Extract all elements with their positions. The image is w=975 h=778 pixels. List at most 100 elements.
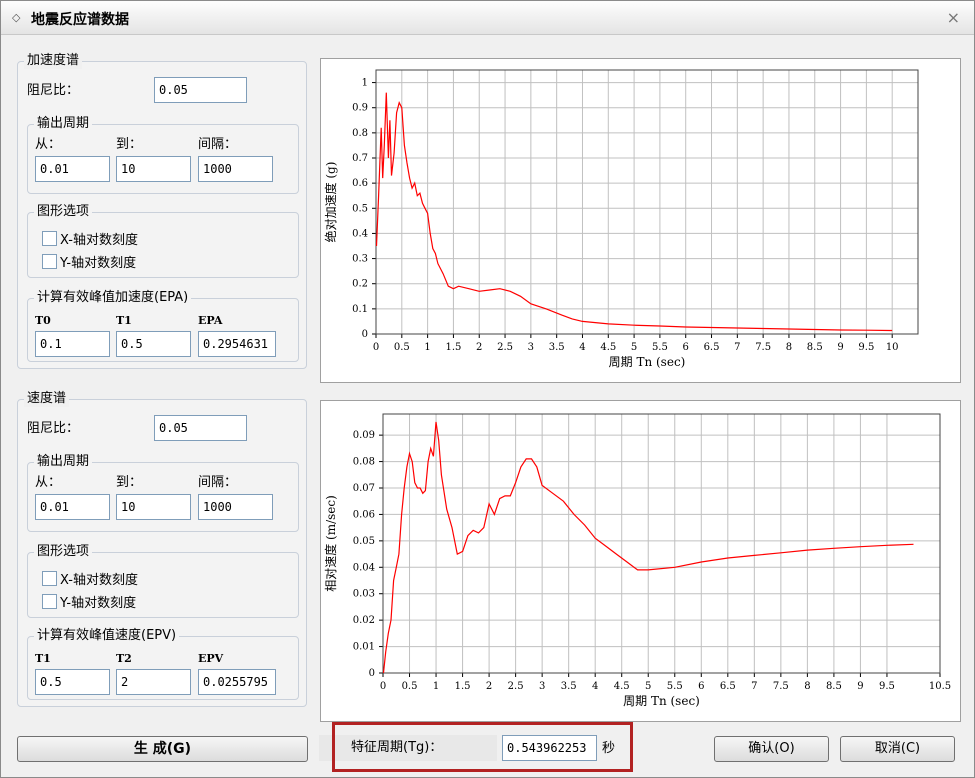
x-tick-label: 10	[886, 342, 899, 353]
accel-epa-label: EPA	[198, 314, 223, 327]
x-tick-label: 8.5	[826, 681, 842, 692]
y-tick-label: 0.6	[352, 178, 368, 189]
x-tick-label: 8	[786, 342, 792, 353]
x-axis-label: 周期 Tn (sec)	[623, 694, 700, 708]
accel-period-group: 输出周期 从： 到： 间隔： 0.01 10 1000	[27, 116, 299, 194]
y-tick-label: 0.1	[352, 304, 368, 315]
x-tick-label: 9	[837, 342, 843, 353]
checkbox-box[interactable]	[42, 571, 57, 586]
checkbox-box[interactable]	[42, 254, 57, 269]
accel-xlog-checkbox[interactable]: X-轴对数刻度	[42, 229, 138, 248]
tg-label: 特征周期(Tg)：	[351, 740, 443, 755]
accel-chart-panel: 0 0.5 1 1.5 2 2.5 3 3.5 4 4.5 5 5.5 6 6.5 7 7.5 8 8.5 9 9.5…	[320, 58, 961, 383]
checkbox-box[interactable]	[42, 594, 57, 609]
x-tick-label: 9	[857, 681, 863, 692]
vel-to-input[interactable]: 10	[116, 494, 191, 520]
vel-spectrum-chart: 0 0.5 1 1.5 2 2.5 3 3.5 4 4.5 5 5.5 6 6.5 7 7.5 8 8.5 9 9.5…	[323, 413, 951, 708]
vel-damping-label: 阻尼比：	[27, 421, 80, 436]
y-tick-label: 0.07	[353, 483, 375, 494]
accel-ylog-checkbox[interactable]: Y-轴对数刻度	[42, 252, 136, 271]
app-diamond-icon: ◇	[12, 11, 21, 24]
accel-spectrum-chart: 0 0.5 1 1.5 2 2.5 3 3.5 4 4.5 5 5.5 6 6.5 7 7.5 8 8.5 9 9.5…	[323, 69, 919, 369]
tg-unit-label: 秒	[602, 741, 616, 756]
accel-to-label: 到：	[116, 137, 143, 152]
vel-t1-input[interactable]: 0.5	[35, 669, 110, 695]
y-tick-label: 0.2	[352, 279, 368, 290]
accel-t0-label: T0	[35, 314, 51, 327]
x-tick-label: 0	[380, 681, 386, 692]
y-tick-label: 1	[362, 78, 368, 89]
x-tick-label: 3	[539, 681, 545, 692]
accel-xlog-label: X-轴对数刻度	[60, 233, 138, 248]
y-tick-label: 0	[369, 668, 375, 679]
accel-epa-title: 计算有效峰值加速度(EPA)	[34, 290, 192, 306]
x-tick-label: 4	[592, 681, 598, 692]
x-tick-label: 4	[579, 342, 585, 353]
vel-from-label: 从：	[35, 475, 62, 490]
y-tick-label: 0.06	[353, 509, 375, 520]
y-tick-label: 0.3	[352, 254, 368, 265]
x-tick-label: 7	[751, 681, 757, 692]
vel-damping-input[interactable]: 0.05	[154, 415, 247, 441]
x-tick-label: 4.5	[600, 342, 616, 353]
y-tick-label: 0.4	[352, 228, 368, 239]
accel-t0-input[interactable]: 0.1	[35, 331, 110, 357]
accel-period-title: 输出周期	[34, 116, 93, 132]
x-tick-label: 2	[486, 681, 492, 692]
x-tick-label: 1	[424, 342, 430, 353]
x-tick-label: 9.5	[858, 342, 874, 353]
vel-to-label: 到：	[116, 475, 143, 490]
accel-graph-options-group: 图形选项 X-轴对数刻度 Y-轴对数刻度	[27, 204, 299, 278]
generate-button[interactable]: 生 成(G)	[17, 736, 308, 762]
y-tick-label: 0.09	[353, 430, 375, 441]
accel-from-input[interactable]: 0.01	[35, 156, 110, 182]
accel-damping-input[interactable]: 0.05	[154, 77, 247, 103]
vel-t2-input[interactable]: 2	[116, 669, 191, 695]
accel-interval-input[interactable]: 1000	[198, 156, 273, 182]
accel-interval-label: 间隔：	[198, 137, 238, 152]
vel-interval-label: 间隔：	[198, 475, 238, 490]
x-tick-label: 9.5	[879, 681, 895, 692]
y-tick-label: 0.01	[353, 642, 375, 653]
vel-epv-label: EPV	[198, 652, 224, 665]
vel-epv-group: 计算有效峰值速度(EPV) T1 T2 EPV 0.5 2 0.0255795	[27, 628, 299, 700]
x-tick-label: 2.5	[508, 681, 524, 692]
x-tick-label: 7.5	[773, 681, 789, 692]
x-tick-label: 1	[433, 681, 439, 692]
vel-t1-label: T1	[35, 652, 51, 665]
accel-t1-label: T1	[116, 314, 132, 327]
vel-interval-input[interactable]: 1000	[198, 494, 273, 520]
plot-area	[375, 69, 919, 335]
y-tick-label: 0.04	[353, 562, 375, 573]
y-tick-label: 0.9	[352, 103, 368, 114]
vel-graph-options-title: 图形选项	[34, 544, 93, 560]
accel-spectrum-group: 加速度谱 阻尼比： 0.05 输出周期 从： 到： 间隔： 0.01 10 10…	[17, 53, 307, 369]
ok-button[interactable]: 确认(O)	[714, 736, 829, 762]
accel-damping-label: 阻尼比：	[27, 83, 80, 98]
accel-group-title: 加速度谱	[24, 53, 83, 69]
vel-xlog-checkbox[interactable]: X-轴对数刻度	[42, 569, 138, 588]
x-tick-label: 2.5	[497, 342, 513, 353]
x-tick-label: 5	[645, 681, 651, 692]
x-tick-label: 6.5	[704, 342, 720, 353]
y-tick-label: 0	[362, 329, 368, 340]
y-tick-label: 0.7	[352, 153, 368, 164]
accel-t1-input[interactable]: 0.5	[116, 331, 191, 357]
close-button[interactable]: ×	[947, 8, 960, 27]
y-tick-label: 0.08	[353, 457, 375, 468]
accel-to-input[interactable]: 10	[116, 156, 191, 182]
cancel-button[interactable]: 取消(C)	[840, 736, 955, 762]
vel-from-input[interactable]: 0.01	[35, 494, 110, 520]
x-axis-label: 周期 Tn (sec)	[609, 355, 686, 369]
vel-ylog-checkbox[interactable]: Y-轴对数刻度	[42, 592, 136, 611]
accel-from-label: 从：	[35, 137, 62, 152]
checkbox-box[interactable]	[42, 231, 57, 246]
x-tick-label: 3	[528, 342, 534, 353]
dialog-window: ◇ 地震反应谱数据 × 加速度谱 阻尼比： 0.05 输出周期 从： 到： 间隔…	[0, 0, 975, 778]
x-tick-label: 5	[631, 342, 637, 353]
x-tick-label: 6	[698, 681, 704, 692]
x-tick-label: 0	[373, 342, 379, 353]
plot-area	[382, 413, 941, 674]
x-tick-label: 6	[683, 342, 689, 353]
vel-graph-options-group: 图形选项 X-轴对数刻度 Y-轴对数刻度	[27, 544, 299, 618]
